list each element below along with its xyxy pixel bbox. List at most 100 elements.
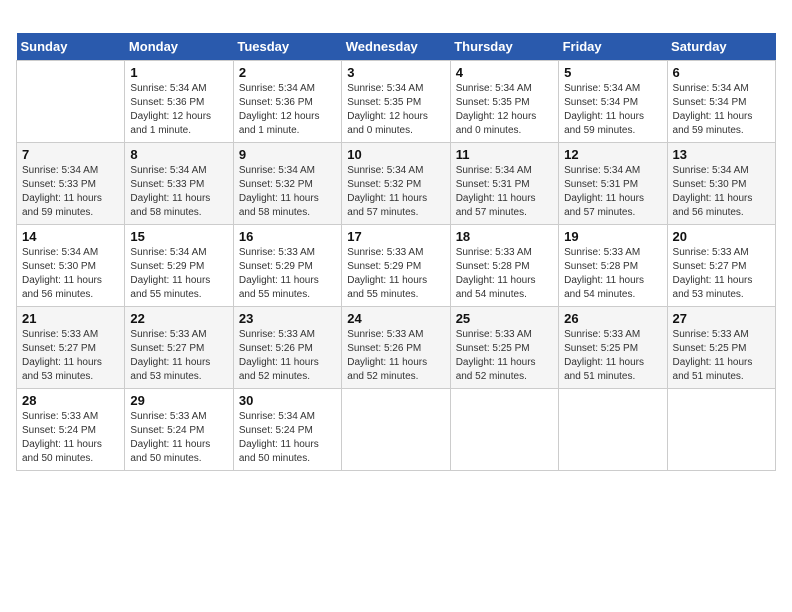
day-number: 20	[673, 229, 770, 244]
calendar-body: 1 Sunrise: 5:34 AM Sunset: 5:36 PM Daylig…	[17, 61, 776, 471]
day-number: 30	[239, 393, 336, 408]
header-cell-tuesday: Tuesday	[233, 33, 341, 61]
day-number: 3	[347, 65, 444, 80]
header-cell-saturday: Saturday	[667, 33, 775, 61]
day-number: 14	[22, 229, 119, 244]
day-number: 23	[239, 311, 336, 326]
day-info: Sunrise: 5:34 AM Sunset: 5:34 PM Dayligh…	[673, 82, 770, 138]
day-info: Sunrise: 5:34 AM Sunset: 5:35 PM Dayligh…	[347, 82, 444, 138]
day-info: Sunrise: 5:33 AM Sunset: 5:26 PM Dayligh…	[239, 328, 336, 384]
day-info: Sunrise: 5:34 AM Sunset: 5:24 PM Dayligh…	[239, 410, 336, 466]
day-info: Sunrise: 5:34 AM Sunset: 5:33 PM Dayligh…	[130, 164, 227, 220]
day-info: Sunrise: 5:34 AM Sunset: 5:31 PM Dayligh…	[564, 164, 661, 220]
day-number: 13	[673, 147, 770, 162]
day-cell	[667, 389, 775, 471]
day-number: 1	[130, 65, 227, 80]
week-row-2: 7Sunrise: 5:34 AM Sunset: 5:33 PM Daylig…	[17, 143, 776, 225]
day-cell	[559, 389, 667, 471]
day-info: Sunrise: 5:33 AM Sunset: 5:27 PM Dayligh…	[22, 328, 119, 384]
day-info: Sunrise: 5:33 AM Sunset: 5:25 PM Dayligh…	[456, 328, 553, 384]
header-cell-wednesday: Wednesday	[342, 33, 450, 61]
day-cell: 29 Sunrise: 5:33 AM Sunset: 5:24 PM Dayli…	[125, 389, 233, 471]
day-number: 26	[564, 311, 661, 326]
day-number: 8	[130, 147, 227, 162]
day-number: 16	[239, 229, 336, 244]
day-info: Sunrise: 5:33 AM Sunset: 5:26 PM Dayligh…	[347, 328, 444, 384]
day-number: 27	[673, 311, 770, 326]
day-number: 18	[456, 229, 553, 244]
day-info: Sunrise: 5:34 AM Sunset: 5:33 PM Dayligh…	[22, 164, 119, 220]
day-cell	[450, 389, 558, 471]
day-info: Sunrise: 5:33 AM Sunset: 5:25 PM Dayligh…	[564, 328, 661, 384]
header-cell-monday: Monday	[125, 33, 233, 61]
day-number: 5	[564, 65, 661, 80]
day-number: 17	[347, 229, 444, 244]
day-number: 9	[239, 147, 336, 162]
day-cell: 24 Sunrise: 5:33 AM Sunset: 5:26 PM Dayli…	[342, 307, 450, 389]
day-cell: 25 Sunrise: 5:33 AM Sunset: 5:25 PM Dayli…	[450, 307, 558, 389]
day-cell: 10Sunrise: 5:34 AM Sunset: 5:32 PM Dayli…	[342, 143, 450, 225]
day-cell: 13 Sunrise: 5:34 AM Sunset: 5:30 PM Dayli…	[667, 143, 775, 225]
day-cell: 3 Sunrise: 5:34 AM Sunset: 5:35 PM Daylig…	[342, 61, 450, 143]
day-info: Sunrise: 5:34 AM Sunset: 5:32 PM Dayligh…	[239, 164, 336, 220]
day-cell: 12 Sunrise: 5:34 AM Sunset: 5:31 PM Dayli…	[559, 143, 667, 225]
day-info: Sunrise: 5:33 AM Sunset: 5:25 PM Dayligh…	[673, 328, 770, 384]
day-cell: 17 Sunrise: 5:33 AM Sunset: 5:29 PM Dayli…	[342, 225, 450, 307]
day-cell: 11 Sunrise: 5:34 AM Sunset: 5:31 PM Dayli…	[450, 143, 558, 225]
day-cell: 15 Sunrise: 5:34 AM Sunset: 5:29 PM Dayli…	[125, 225, 233, 307]
day-cell	[342, 389, 450, 471]
calendar-header: SundayMondayTuesdayWednesdayThursdayFrid…	[17, 33, 776, 61]
day-number: 22	[130, 311, 227, 326]
day-info: Sunrise: 5:33 AM Sunset: 5:24 PM Dayligh…	[130, 410, 227, 466]
day-info: Sunrise: 5:33 AM Sunset: 5:29 PM Dayligh…	[239, 246, 336, 302]
day-cell: 23 Sunrise: 5:33 AM Sunset: 5:26 PM Dayli…	[233, 307, 341, 389]
day-info: Sunrise: 5:33 AM Sunset: 5:28 PM Dayligh…	[456, 246, 553, 302]
day-cell: 14Sunrise: 5:34 AM Sunset: 5:30 PM Dayli…	[17, 225, 125, 307]
day-number: 15	[130, 229, 227, 244]
day-cell: 26 Sunrise: 5:33 AM Sunset: 5:25 PM Dayli…	[559, 307, 667, 389]
day-number: 19	[564, 229, 661, 244]
day-cell	[17, 61, 125, 143]
header-row: SundayMondayTuesdayWednesdayThursdayFrid…	[17, 33, 776, 61]
day-info: Sunrise: 5:34 AM Sunset: 5:29 PM Dayligh…	[130, 246, 227, 302]
day-info: Sunrise: 5:34 AM Sunset: 5:30 PM Dayligh…	[673, 164, 770, 220]
week-row-1: 1 Sunrise: 5:34 AM Sunset: 5:36 PM Daylig…	[17, 61, 776, 143]
day-cell: 8 Sunrise: 5:34 AM Sunset: 5:33 PM Daylig…	[125, 143, 233, 225]
day-info: Sunrise: 5:33 AM Sunset: 5:24 PM Dayligh…	[22, 410, 119, 466]
day-cell: 6 Sunrise: 5:34 AM Sunset: 5:34 PM Daylig…	[667, 61, 775, 143]
day-number: 12	[564, 147, 661, 162]
day-info: Sunrise: 5:33 AM Sunset: 5:29 PM Dayligh…	[347, 246, 444, 302]
day-cell: 5 Sunrise: 5:34 AM Sunset: 5:34 PM Daylig…	[559, 61, 667, 143]
header-cell-sunday: Sunday	[17, 33, 125, 61]
day-cell: 22Sunrise: 5:33 AM Sunset: 5:27 PM Dayli…	[125, 307, 233, 389]
week-row-3: 14Sunrise: 5:34 AM Sunset: 5:30 PM Dayli…	[17, 225, 776, 307]
day-cell: 21Sunrise: 5:33 AM Sunset: 5:27 PM Dayli…	[17, 307, 125, 389]
day-cell: 18 Sunrise: 5:33 AM Sunset: 5:28 PM Dayli…	[450, 225, 558, 307]
day-number: 24	[347, 311, 444, 326]
day-cell: 9 Sunrise: 5:34 AM Sunset: 5:32 PM Daylig…	[233, 143, 341, 225]
header-cell-thursday: Thursday	[450, 33, 558, 61]
day-cell: 7Sunrise: 5:34 AM Sunset: 5:33 PM Daylig…	[17, 143, 125, 225]
day-number: 11	[456, 147, 553, 162]
day-cell: 1 Sunrise: 5:34 AM Sunset: 5:36 PM Daylig…	[125, 61, 233, 143]
day-info: Sunrise: 5:34 AM Sunset: 5:31 PM Dayligh…	[456, 164, 553, 220]
day-cell: 30 Sunrise: 5:34 AM Sunset: 5:24 PM Dayli…	[233, 389, 341, 471]
day-info: Sunrise: 5:34 AM Sunset: 5:36 PM Dayligh…	[239, 82, 336, 138]
day-number: 25	[456, 311, 553, 326]
header-cell-friday: Friday	[559, 33, 667, 61]
day-number: 29	[130, 393, 227, 408]
day-info: Sunrise: 5:34 AM Sunset: 5:34 PM Dayligh…	[564, 82, 661, 138]
calendar-table: SundayMondayTuesdayWednesdayThursdayFrid…	[16, 33, 776, 471]
day-info: Sunrise: 5:34 AM Sunset: 5:35 PM Dayligh…	[456, 82, 553, 138]
day-cell: 28 Sunrise: 5:33 AM Sunset: 5:24 PM Dayli…	[17, 389, 125, 471]
day-cell: 27 Sunrise: 5:33 AM Sunset: 5:25 PM Dayli…	[667, 307, 775, 389]
day-number: 10	[347, 147, 444, 162]
day-number: 28	[22, 393, 119, 408]
day-info: Sunrise: 5:34 AM Sunset: 5:36 PM Dayligh…	[130, 82, 227, 138]
day-cell: 19Sunrise: 5:33 AM Sunset: 5:28 PM Dayli…	[559, 225, 667, 307]
day-cell: 2 Sunrise: 5:34 AM Sunset: 5:36 PM Daylig…	[233, 61, 341, 143]
week-row-4: 21Sunrise: 5:33 AM Sunset: 5:27 PM Dayli…	[17, 307, 776, 389]
day-number: 6	[673, 65, 770, 80]
day-number: 2	[239, 65, 336, 80]
page-header	[16, 16, 776, 21]
